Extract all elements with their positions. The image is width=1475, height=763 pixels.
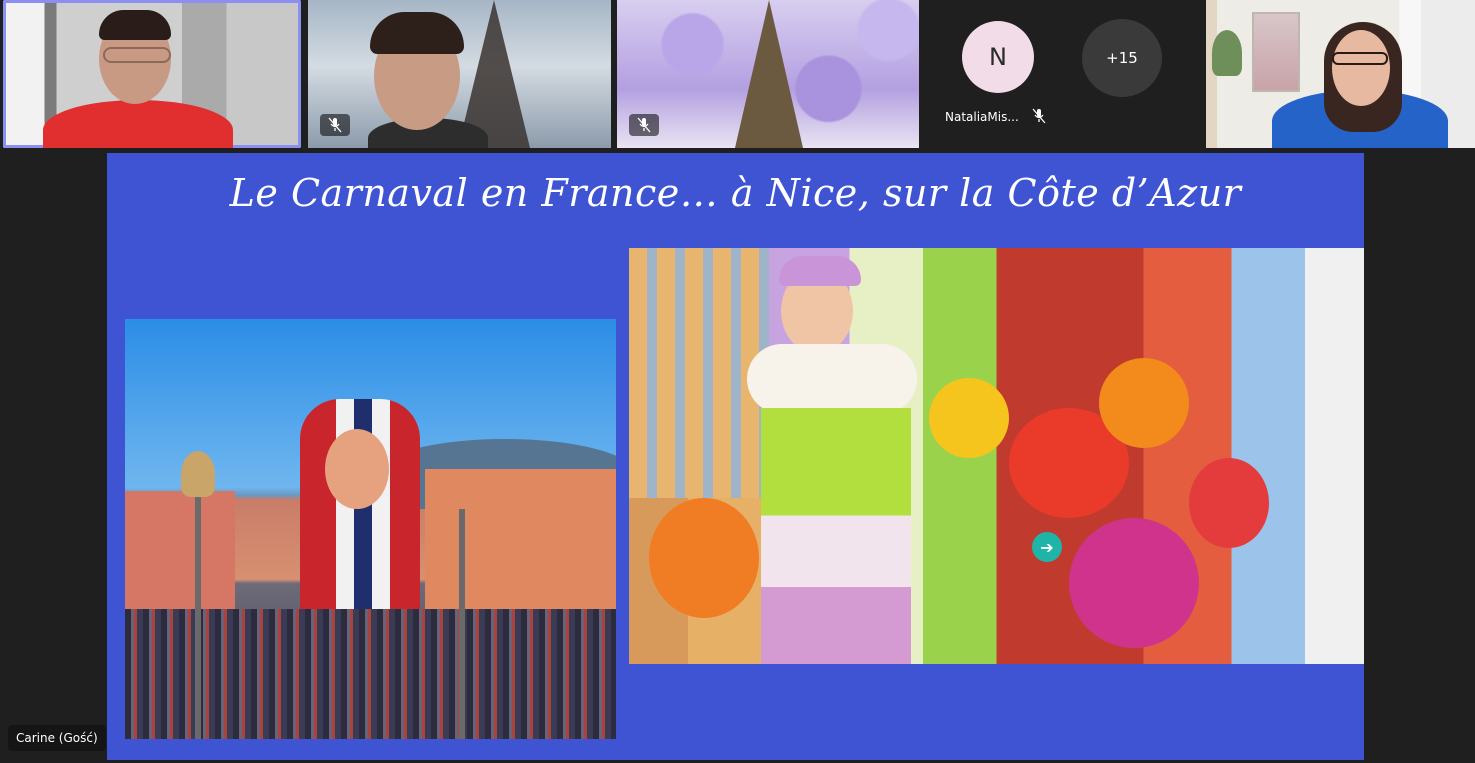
mic-off-icon [328,117,342,133]
mic-off-icon [1032,108,1046,124]
plant-shape [1212,30,1242,76]
mic-off-badge [320,114,350,136]
pole-shape [195,497,201,739]
mic-off-icon [637,117,651,133]
flower-shape [929,378,1009,458]
mic-off-badge [629,114,659,136]
performer-hat [779,256,861,286]
avatar-initial: N [989,43,1007,71]
flower-parade-photo: ➔ [629,248,1364,664]
participant-body [43,100,233,148]
avatar-participants-tile: N +15 NataliaMis... [924,0,1202,148]
participant-hair [99,10,171,40]
avatar[interactable]: N [962,21,1034,93]
participant-tile-5[interactable] [1206,0,1475,148]
flower-shape [1189,458,1269,548]
overflow-count: +15 [1106,49,1138,67]
pole-shape [459,509,465,739]
building-shape [425,469,616,609]
participant-tile-2[interactable] [308,0,611,148]
flower-shape [649,498,759,618]
carnival-jester-photo [125,319,616,739]
performer-dress [761,408,911,664]
jester-head [325,429,389,509]
participant-hair [370,12,464,54]
participant-tile-1[interactable] [3,0,301,148]
more-participants-button[interactable]: +15 [1082,19,1162,97]
flower-shape [1099,358,1189,448]
next-slide-button[interactable]: ➔ [1032,532,1062,562]
flower-shape [1069,518,1199,648]
wall-picture [1252,12,1300,92]
participant-tile-3[interactable] [617,0,919,148]
eiffel-tower-shape [735,0,803,148]
performer-shawl [747,344,917,414]
arrow-right-icon: ➔ [1040,537,1054,557]
glasses-shape [1332,52,1388,65]
meeting-stage: N +15 NataliaMis... Le Carnaval en Franc… [0,0,1475,763]
speaker-name-label: Carine (Gość) [8,725,106,751]
slide-title: Le Carnaval en France… à Nice, sur la Cô… [229,171,1242,215]
shared-slide: Le Carnaval en France… à Nice, sur la Cô… [107,153,1364,760]
participant-name: NataliaMis... [945,110,1019,124]
participant-head [1332,30,1390,106]
statue-shape [181,451,215,497]
glasses-shape [103,47,171,63]
building-shape [125,491,235,611]
